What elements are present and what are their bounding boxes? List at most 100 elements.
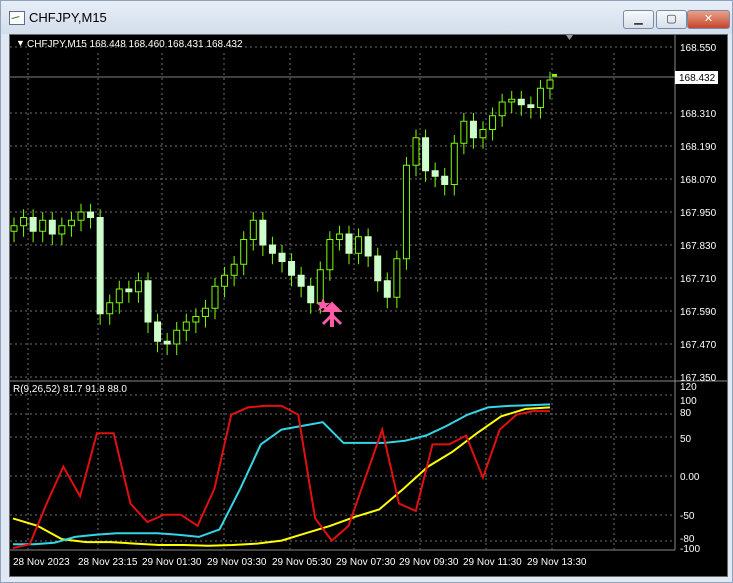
price-label: 168.190 <box>680 142 717 153</box>
price-label: 168.070 <box>680 175 717 186</box>
candle-body <box>498 101 506 117</box>
candle-body <box>536 87 544 108</box>
candle-body <box>288 261 296 276</box>
indicator-level-label: -100 <box>680 544 700 555</box>
title-bar[interactable]: CHFJPY,M15 ▁ ▢ ✕ <box>1 1 732 34</box>
series-yellow <box>12 406 551 547</box>
candle-body <box>383 280 391 298</box>
candle-body <box>479 129 487 139</box>
candle-body <box>393 258 401 298</box>
candle-body <box>249 219 257 240</box>
candle-body <box>326 239 334 271</box>
candle-body <box>450 142 458 185</box>
candle-body <box>211 285 219 309</box>
candle-body <box>316 269 324 304</box>
candle-body <box>163 340 171 345</box>
candle-body <box>77 211 85 221</box>
candle-body <box>115 288 123 304</box>
candle-body <box>58 225 66 235</box>
indicator-header: R(9,26,52) 81.7 91.8 88.0 <box>13 384 127 395</box>
candle-body <box>221 274 229 287</box>
candle-body <box>39 219 47 232</box>
candle-body <box>374 255 382 282</box>
candle-body <box>125 288 133 293</box>
time-label: 28 Nov 23:15 <box>78 557 138 568</box>
candle-body <box>134 280 142 293</box>
price-label: 167.710 <box>680 274 717 285</box>
candles <box>10 71 557 355</box>
price-label: 167.470 <box>680 340 717 351</box>
candle-body <box>469 120 477 139</box>
price-label: 167.830 <box>680 241 717 252</box>
chart-area[interactable]: ▼ CHFJPY,M15 168.448 168.460 168.431 168… <box>9 34 728 577</box>
terminal-window: CHFJPY,M15 ▁ ▢ ✕ ▼ CHFJPY,M15 168.448 16… <box>0 0 733 583</box>
time-label: 29 Nov 03:30 <box>207 557 267 568</box>
price-chart[interactable]: ▼ CHFJPY,M15 168.448 168.460 168.431 168… <box>10 35 727 576</box>
header-triangle-icon: ▼ <box>16 38 25 48</box>
time-label: 29 Nov 09:30 <box>399 557 459 568</box>
candle-body <box>278 252 286 262</box>
candle-body <box>546 79 554 89</box>
time-label: 28 Nov 2023 <box>13 557 70 568</box>
candle-body <box>268 244 276 254</box>
candle-body <box>240 239 248 265</box>
time-label: 29 Nov 13:30 <box>527 557 587 568</box>
candle-body <box>402 164 410 260</box>
candle-body <box>29 217 37 232</box>
chart-shift-marker <box>566 35 573 40</box>
series-red <box>12 404 550 549</box>
indicator-level-label: 120 <box>680 382 697 393</box>
maximize-button[interactable]: ▢ <box>656 10 687 29</box>
close-button[interactable]: ✕ <box>687 10 730 29</box>
chart-header: CHFJPY,M15 168.448 168.460 168.431 168.4… <box>27 39 243 50</box>
candle-body <box>422 137 430 172</box>
candle-body <box>87 211 95 218</box>
time-label: 29 Nov 07:30 <box>336 557 396 568</box>
price-labels: 168.550 168.310 168.190 168.070 167.950 167.8… <box>680 43 717 384</box>
candle-body <box>489 115 497 130</box>
candle-body <box>297 274 305 287</box>
indicator-level-label: 0.00 <box>680 472 700 483</box>
time-labels: 28 Nov 2023 28 Nov 23:15 29 Nov 01:30 29 No… <box>13 557 587 568</box>
current-price-label: 168.432 <box>679 73 716 84</box>
indicator-levels: 12010080500.00-50-80-100 <box>680 382 700 555</box>
time-label: 29 Nov 05:30 <box>272 557 332 568</box>
candle-body <box>67 219 75 227</box>
candle-body <box>364 236 372 257</box>
candle-body <box>182 321 190 331</box>
candle-body <box>48 219 56 235</box>
candle-body <box>144 280 152 323</box>
price-label: 168.310 <box>680 109 717 120</box>
price-label: 167.590 <box>680 307 717 318</box>
price-label: 167.950 <box>680 208 717 219</box>
chart-window-icon <box>9 11 25 25</box>
indicator-level-label: 80 <box>680 408 692 419</box>
candle-body <box>508 98 516 103</box>
candle-body <box>106 302 114 315</box>
price-label: 168.550 <box>680 43 717 54</box>
window-title: CHFJPY,M15 <box>29 10 107 25</box>
candle-body <box>345 233 353 254</box>
candle-body <box>192 316 200 323</box>
candle-body <box>460 120 468 144</box>
indicator-level-label: -50 <box>680 511 695 522</box>
indicator-level-label: 50 <box>680 434 692 445</box>
candle-body <box>412 137 420 166</box>
candle-body <box>527 104 535 108</box>
candle-body <box>517 98 525 106</box>
time-label: 29 Nov 01:30 <box>142 557 202 568</box>
candle-body <box>10 225 18 232</box>
candle-body <box>441 175 449 185</box>
candle-body <box>96 217 104 315</box>
candle-body <box>335 233 343 240</box>
candle-body <box>259 219 267 246</box>
minimize-button[interactable]: ▁ <box>623 10 654 29</box>
time-label: 29 Nov 11:30 <box>463 557 522 568</box>
candle-body <box>173 329 181 345</box>
candle-body <box>355 236 363 254</box>
candle-body <box>20 217 28 227</box>
candle-body <box>307 285 315 304</box>
indicator-level-label: 100 <box>680 396 697 407</box>
candle-body <box>154 321 162 342</box>
candle-body <box>431 170 439 177</box>
